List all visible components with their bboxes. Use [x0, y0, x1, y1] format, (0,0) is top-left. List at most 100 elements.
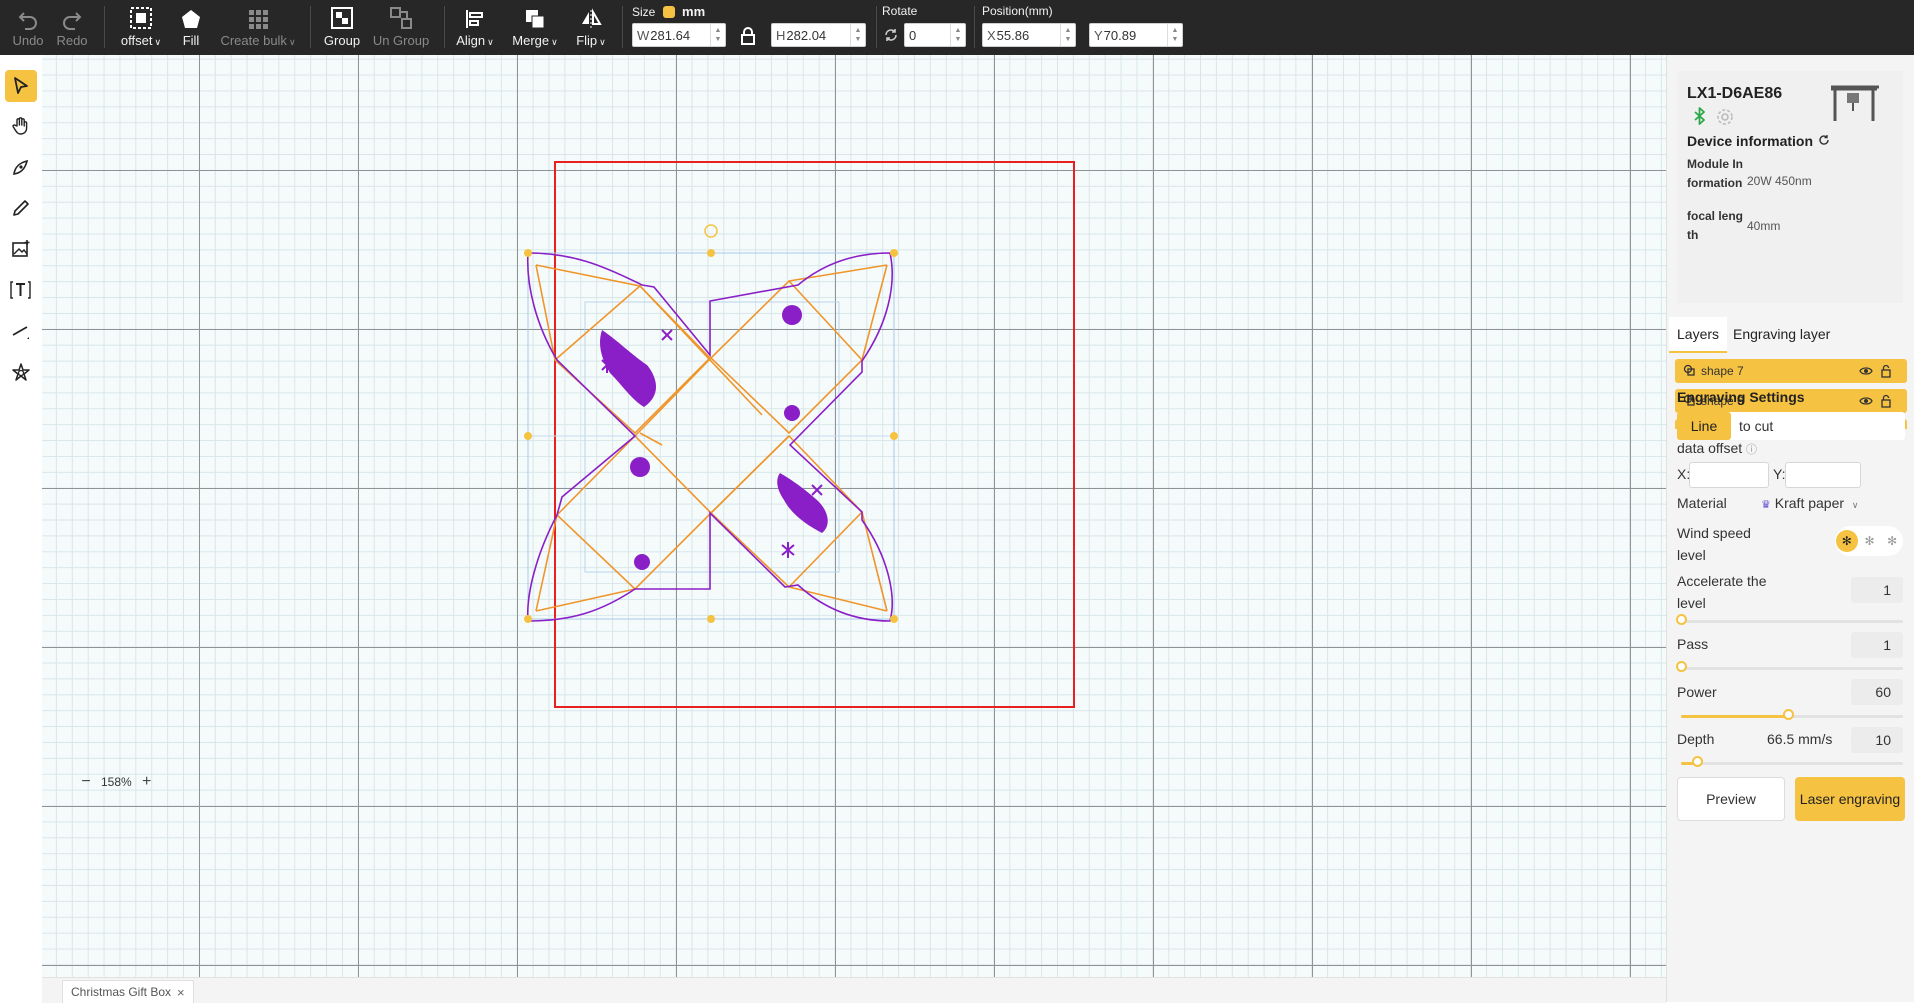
speed-value: 66.5 mm/s: [1767, 731, 1833, 747]
rotate-value: 0: [909, 27, 917, 43]
ungroup-label: Un Group: [372, 33, 430, 48]
width-prefix: W: [637, 27, 650, 43]
tab-layers[interactable]: Layers: [1669, 317, 1728, 353]
power-slider-knob[interactable]: [1782, 709, 1794, 720]
pen-tool-button[interactable]: [5, 151, 37, 183]
group-icon: [330, 0, 354, 30]
offset-x-input[interactable]: [1689, 462, 1769, 488]
chevron-down-icon: ∨: [288, 37, 296, 47]
layer-row[interactable]: shape 7: [1675, 359, 1907, 383]
create-bulk-button[interactable]: Create bulk ∨: [218, 0, 298, 55]
image-tool-button[interactable]: [5, 233, 37, 265]
depth-input[interactable]: 10: [1851, 727, 1903, 753]
width-value: 281.64: [650, 27, 691, 43]
depth-slider[interactable]: [1681, 756, 1903, 767]
accelerate-input[interactable]: 1: [1851, 577, 1903, 603]
pass-slider-knob[interactable]: [1676, 661, 1687, 672]
chevron-down-icon: ∨: [487, 37, 494, 47]
undo-icon: [17, 0, 39, 30]
height-stepper[interactable]: ▲ ▼: [850, 24, 865, 46]
y-stepper[interactable]: ▲ ▼: [1167, 24, 1182, 46]
file-tab-label: Christmas Gift Box: [71, 985, 172, 999]
mode-selector: Line to cut: [1677, 412, 1905, 440]
design-canvas[interactable]: − 158% +: [42, 55, 1666, 977]
shape-icon: [1683, 364, 1695, 379]
width-input[interactable]: W 281.64 ▲ ▼: [632, 23, 726, 47]
tab-engraving-layer[interactable]: Engraving layer: [1733, 317, 1830, 351]
laser-engraving-button[interactable]: Laser engraving: [1795, 777, 1905, 821]
pass-input[interactable]: 1: [1851, 632, 1903, 658]
score-lines: [535, 264, 888, 612]
position-label: Position(mm): [982, 4, 1053, 18]
lock-icon[interactable]: [1879, 364, 1893, 378]
material-icon: ♛: [1761, 499, 1771, 511]
device-image: [1827, 81, 1883, 134]
position-x-input[interactable]: X 55.86 ▲ ▼: [982, 23, 1076, 47]
fan-low-icon[interactable]: ✻: [1881, 530, 1903, 552]
rotate-stepper[interactable]: ▲ ▼: [950, 24, 965, 46]
position-y-input[interactable]: Y 70.89 ▲ ▼: [1089, 23, 1183, 47]
power-slider[interactable]: [1681, 709, 1903, 720]
ungroup-button[interactable]: Un Group: [370, 0, 432, 55]
device-card: LX1-D6AE86 Device information Module Inf…: [1677, 71, 1903, 303]
flip-icon: [580, 0, 602, 30]
fan-high-icon[interactable]: ✻: [1836, 530, 1858, 552]
pencil-tool-button[interactable]: [5, 192, 37, 224]
preview-button[interactable]: Preview: [1677, 777, 1785, 821]
focal-length-value: 40mm: [1747, 219, 1781, 233]
y-value: 70.89: [1103, 27, 1137, 43]
mode-cut-button[interactable]: to cut: [1731, 412, 1773, 440]
file-tab[interactable]: Christmas Gift Box ×: [62, 980, 194, 1003]
fill-button[interactable]: Fill: [176, 0, 206, 55]
help-icon[interactable]: ⓘ: [1746, 444, 1757, 456]
select-tool-button[interactable]: [5, 70, 37, 102]
gear-icon[interactable]: [1715, 107, 1735, 132]
unit-toggle[interactable]: [662, 5, 675, 18]
hand-icon: [12, 117, 28, 135]
offset-button[interactable]: offset ∨: [113, 0, 169, 55]
line-tool-button[interactable]: [5, 315, 37, 347]
accelerate-slider-knob[interactable]: [1676, 614, 1687, 625]
text-tool-button[interactable]: [5, 274, 37, 306]
fan-medium-icon[interactable]: ✻: [1859, 530, 1881, 552]
width-stepper[interactable]: ▲ ▼: [710, 24, 725, 46]
align-button[interactable]: Align ∨: [452, 0, 498, 55]
lock-ratio-icon[interactable]: [740, 27, 756, 50]
shape-tool-button[interactable]: [5, 356, 37, 388]
power-label: Power: [1677, 684, 1717, 700]
depth-slider-knob[interactable]: [1691, 756, 1703, 767]
zoom-in-button[interactable]: +: [138, 773, 156, 791]
bluetooth-icon: [1693, 107, 1707, 130]
close-icon[interactable]: ×: [177, 985, 185, 1000]
x-value: 55.86: [996, 27, 1030, 43]
size-label: Size: [632, 5, 656, 19]
chevron-down-icon: ∨: [599, 37, 606, 47]
x-stepper[interactable]: ▲ ▼: [1060, 24, 1075, 46]
chevron-down-icon: ∨: [1851, 500, 1859, 510]
height-input[interactable]: H 282.04 ▲ ▼: [771, 23, 866, 47]
power-input[interactable]: 60: [1851, 679, 1903, 705]
lock-icon[interactable]: [1879, 394, 1893, 408]
merge-button[interactable]: Merge ∨: [508, 0, 562, 55]
grid-icon: [247, 0, 269, 30]
eye-icon[interactable]: [1859, 364, 1873, 378]
rotate-label: Rotate: [882, 4, 918, 18]
material-select[interactable]: ♛ Kraft paper ∨: [1761, 492, 1859, 516]
canvas-drawing: [524, 161, 1075, 708]
merge-icon: [524, 0, 546, 30]
hand-tool-button[interactable]: [5, 110, 37, 142]
eye-icon[interactable]: [1859, 394, 1873, 408]
mode-line-button[interactable]: Line: [1677, 412, 1731, 440]
material-value: Kraft paper: [1774, 495, 1845, 511]
undo-button[interactable]: Undo: [8, 0, 48, 55]
group-button[interactable]: Group: [322, 0, 362, 55]
accelerate-slider[interactable]: [1676, 614, 1903, 625]
refresh-icon[interactable]: [1818, 133, 1830, 149]
redo-button[interactable]: Redo: [52, 0, 92, 55]
pass-slider[interactable]: [1676, 661, 1903, 672]
wind-speed-label: Wind speed level: [1677, 525, 1751, 563]
offset-y-input[interactable]: [1785, 462, 1861, 488]
zoom-out-button[interactable]: −: [77, 773, 95, 791]
rotate-input[interactable]: 0 ▲ ▼: [904, 23, 966, 47]
flip-button[interactable]: Flip ∨: [570, 0, 612, 55]
